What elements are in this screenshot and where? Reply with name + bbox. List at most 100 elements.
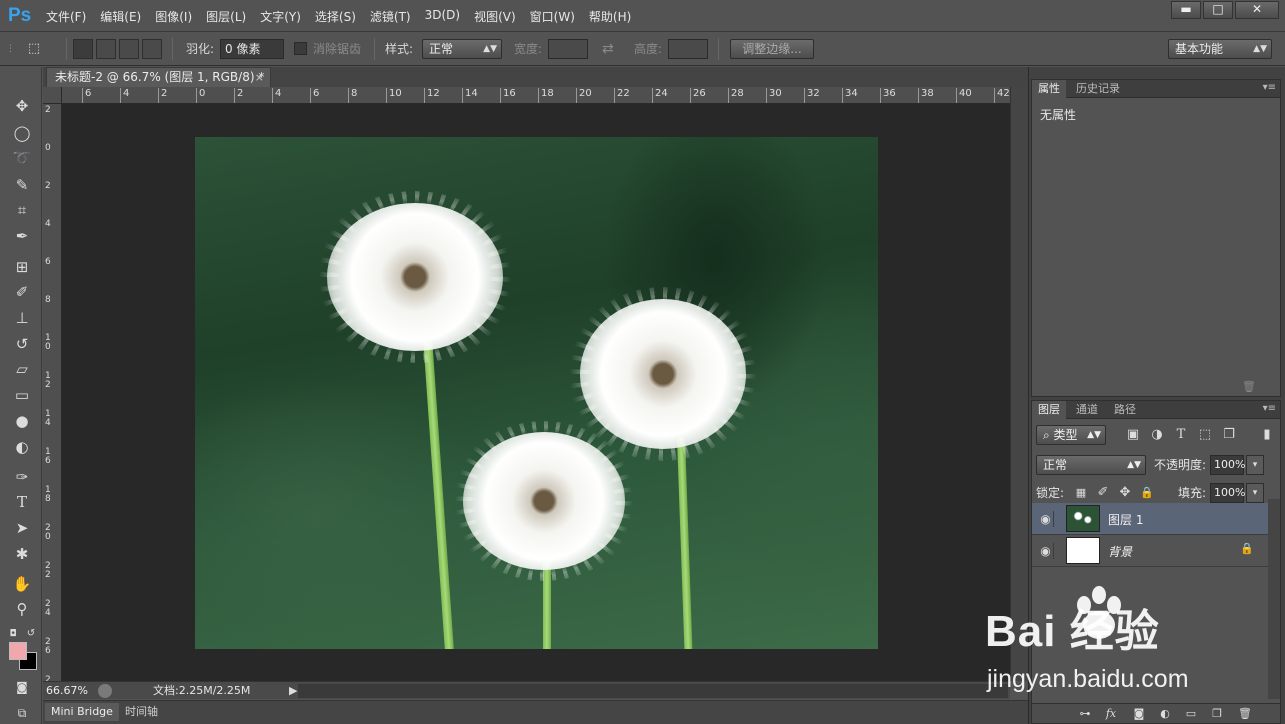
width-input[interactable] — [548, 39, 588, 59]
vertical-scrollbar[interactable] — [1010, 87, 1028, 681]
trash-icon[interactable]: 🗑 — [1242, 380, 1256, 393]
menu-layer[interactable]: 图层(L) — [206, 8, 246, 26]
spot-heal-icon[interactable]: ⊞ — [10, 256, 34, 278]
fx-icon[interactable]: fx — [1102, 706, 1120, 722]
opacity-input[interactable]: 100% — [1210, 455, 1245, 475]
layer-thumbnail — [1066, 505, 1100, 532]
dandelion-photo[interactable] — [195, 137, 878, 649]
history-brush-icon[interactable]: ↺ — [10, 333, 34, 355]
workspace-select[interactable]: 基本功能 ▲▼ — [1168, 39, 1272, 59]
shape-icon[interactable]: ✱ — [10, 543, 34, 565]
layer-filter-select[interactable]: ⌕ 类型 ▲▼ — [1036, 425, 1106, 445]
close-tab-icon[interactable]: × — [255, 68, 264, 87]
layers-scrollbar[interactable] — [1268, 499, 1280, 699]
lasso-icon[interactable]: ➰ — [10, 147, 34, 169]
horizontal-scrollbar[interactable] — [298, 684, 1008, 698]
eyedropper-icon[interactable]: ✒ — [10, 225, 34, 247]
opacity-dropdown-icon[interactable]: ▾ — [1246, 455, 1264, 475]
menu-help[interactable]: 帮助(H) — [589, 8, 631, 26]
filter-type-icon[interactable]: T — [1172, 425, 1190, 445]
quick-select-icon[interactable]: ✎ — [10, 174, 34, 196]
tab-layers[interactable]: 图层 — [1032, 401, 1066, 419]
visibility-eye-icon[interactable]: ◉ — [1038, 543, 1054, 559]
rect-marquee-preset-icon[interactable]: ⬚ — [24, 39, 44, 59]
adjustment-layer-icon[interactable]: ◐ — [1156, 706, 1174, 722]
clone-stamp-icon[interactable]: ⊥ — [10, 307, 34, 329]
lock-all-icon[interactable]: 🔒 — [1138, 483, 1156, 503]
document-info-icon[interactable] — [98, 684, 112, 698]
menu-3d[interactable]: 3D(D) — [425, 8, 460, 26]
layer-row-background[interactable]: ◉ 背景 🔒 — [1032, 535, 1268, 567]
ellipse-marquee-icon[interactable]: ◯ — [10, 122, 34, 144]
lock-pixels-icon[interactable]: ✐ — [1094, 483, 1112, 503]
menu-window[interactable]: 窗口(W) — [530, 8, 575, 26]
maximize-button[interactable]: □ — [1203, 1, 1233, 19]
brush-icon[interactable]: ✐ — [10, 281, 34, 303]
refine-edge-button[interactable]: 调整边缘... — [730, 39, 814, 59]
tab-history[interactable]: 历史记录 — [1070, 80, 1126, 98]
eraser-icon[interactable]: ▱ — [10, 358, 34, 380]
menu-image[interactable]: 图像(I) — [155, 8, 192, 26]
tab-properties[interactable]: 属性 — [1032, 80, 1066, 98]
zoom-level-field[interactable]: 66.67% — [46, 683, 92, 699]
add-selection-icon[interactable] — [96, 39, 116, 59]
height-input[interactable] — [668, 39, 708, 59]
menu-select[interactable]: 选择(S) — [315, 8, 356, 26]
tab-paths[interactable]: 路径 — [1108, 401, 1142, 419]
path-select-icon[interactable]: ➤ — [10, 517, 34, 539]
lock-transparency-icon[interactable]: ▦ — [1072, 483, 1090, 503]
visibility-eye-icon[interactable]: ◉ — [1038, 511, 1054, 527]
layer-row-layer1[interactable]: ◉ 图层 1 — [1032, 503, 1268, 535]
intersect-selection-icon[interactable] — [142, 39, 162, 59]
pen-icon[interactable]: ✑ — [10, 466, 34, 488]
filter-shape-icon[interactable]: ⬚ — [1196, 425, 1214, 445]
filter-toggle-icon[interactable]: ▮ — [1258, 425, 1276, 445]
filter-pixel-icon[interactable]: ▣ — [1124, 425, 1142, 445]
ruler-origin[interactable] — [43, 87, 62, 104]
new-layer-icon[interactable]: ❐ — [1208, 706, 1226, 722]
antialias-checkbox[interactable] — [294, 42, 307, 55]
minimize-button[interactable]: ▬ — [1171, 1, 1201, 19]
ruler-tick-label: 8 — [348, 88, 357, 103]
new-selection-icon[interactable] — [73, 39, 93, 59]
subtract-selection-icon[interactable] — [119, 39, 139, 59]
lock-position-icon[interactable]: ✥ — [1116, 483, 1134, 503]
blend-mode-select[interactable]: 正常 ▲▼ — [1036, 455, 1146, 475]
menu-file[interactable]: 文件(F) — [46, 8, 86, 26]
filter-smart-object-icon[interactable]: ❐ — [1220, 425, 1238, 445]
blur-icon[interactable]: ● — [10, 410, 34, 432]
add-mask-icon[interactable]: ◙ — [1130, 706, 1148, 722]
feather-input[interactable]: 0 像素 — [220, 39, 284, 59]
filter-adjustment-icon[interactable]: ◑ — [1148, 425, 1166, 445]
new-group-icon[interactable]: ▭ — [1182, 706, 1200, 722]
panel-menu-icon[interactable]: ▾≡ — [1263, 403, 1276, 414]
quick-mask-icon[interactable]: ◙ — [10, 676, 34, 698]
close-window-button[interactable]: ✕ — [1235, 1, 1279, 19]
foreground-color-swatch[interactable] — [9, 642, 27, 660]
gradient-icon[interactable]: ▭ — [10, 384, 34, 406]
crop-icon[interactable]: ⌗ — [10, 199, 34, 221]
menu-filter[interactable]: 滤镜(T) — [370, 8, 411, 26]
type-icon[interactable]: T — [10, 491, 34, 513]
tab-timeline[interactable]: 时间轴 — [119, 703, 164, 721]
link-layers-icon[interactable]: ⊶ — [1076, 706, 1094, 722]
menu-type[interactable]: 文字(Y) — [260, 8, 301, 26]
hand-icon[interactable]: ✋ — [10, 573, 34, 595]
menu-view[interactable]: 视图(V) — [474, 8, 516, 26]
document-tab[interactable]: 未标题-2 @ 66.7% (图层 1, RGB/8) * × — [46, 67, 271, 87]
tab-mini-bridge[interactable]: Mini Bridge — [45, 703, 119, 721]
canvas-area[interactable] — [62, 104, 1010, 681]
status-menu-arrow-icon[interactable]: ▶ — [289, 683, 297, 699]
menu-edit[interactable]: 编辑(E) — [100, 8, 141, 26]
zoom-icon[interactable]: ⚲ — [10, 598, 34, 620]
tab-channels[interactable]: 通道 — [1070, 401, 1104, 419]
swap-icon[interactable]: ⇄ — [602, 39, 614, 59]
dodge-icon[interactable]: ◐ — [10, 436, 34, 458]
panel-menu-icon[interactable]: ▾≡ — [1263, 82, 1276, 93]
fill-dropdown-icon[interactable]: ▾ — [1246, 483, 1264, 503]
fill-input[interactable]: 100% — [1210, 483, 1245, 503]
screen-mode-icon[interactable]: ⧉ — [10, 702, 34, 724]
delete-layer-icon[interactable]: 🗑 — [1236, 706, 1254, 722]
style-select[interactable]: 正常 ▲▼ — [422, 39, 502, 59]
move-icon[interactable]: ✥ — [10, 95, 34, 117]
